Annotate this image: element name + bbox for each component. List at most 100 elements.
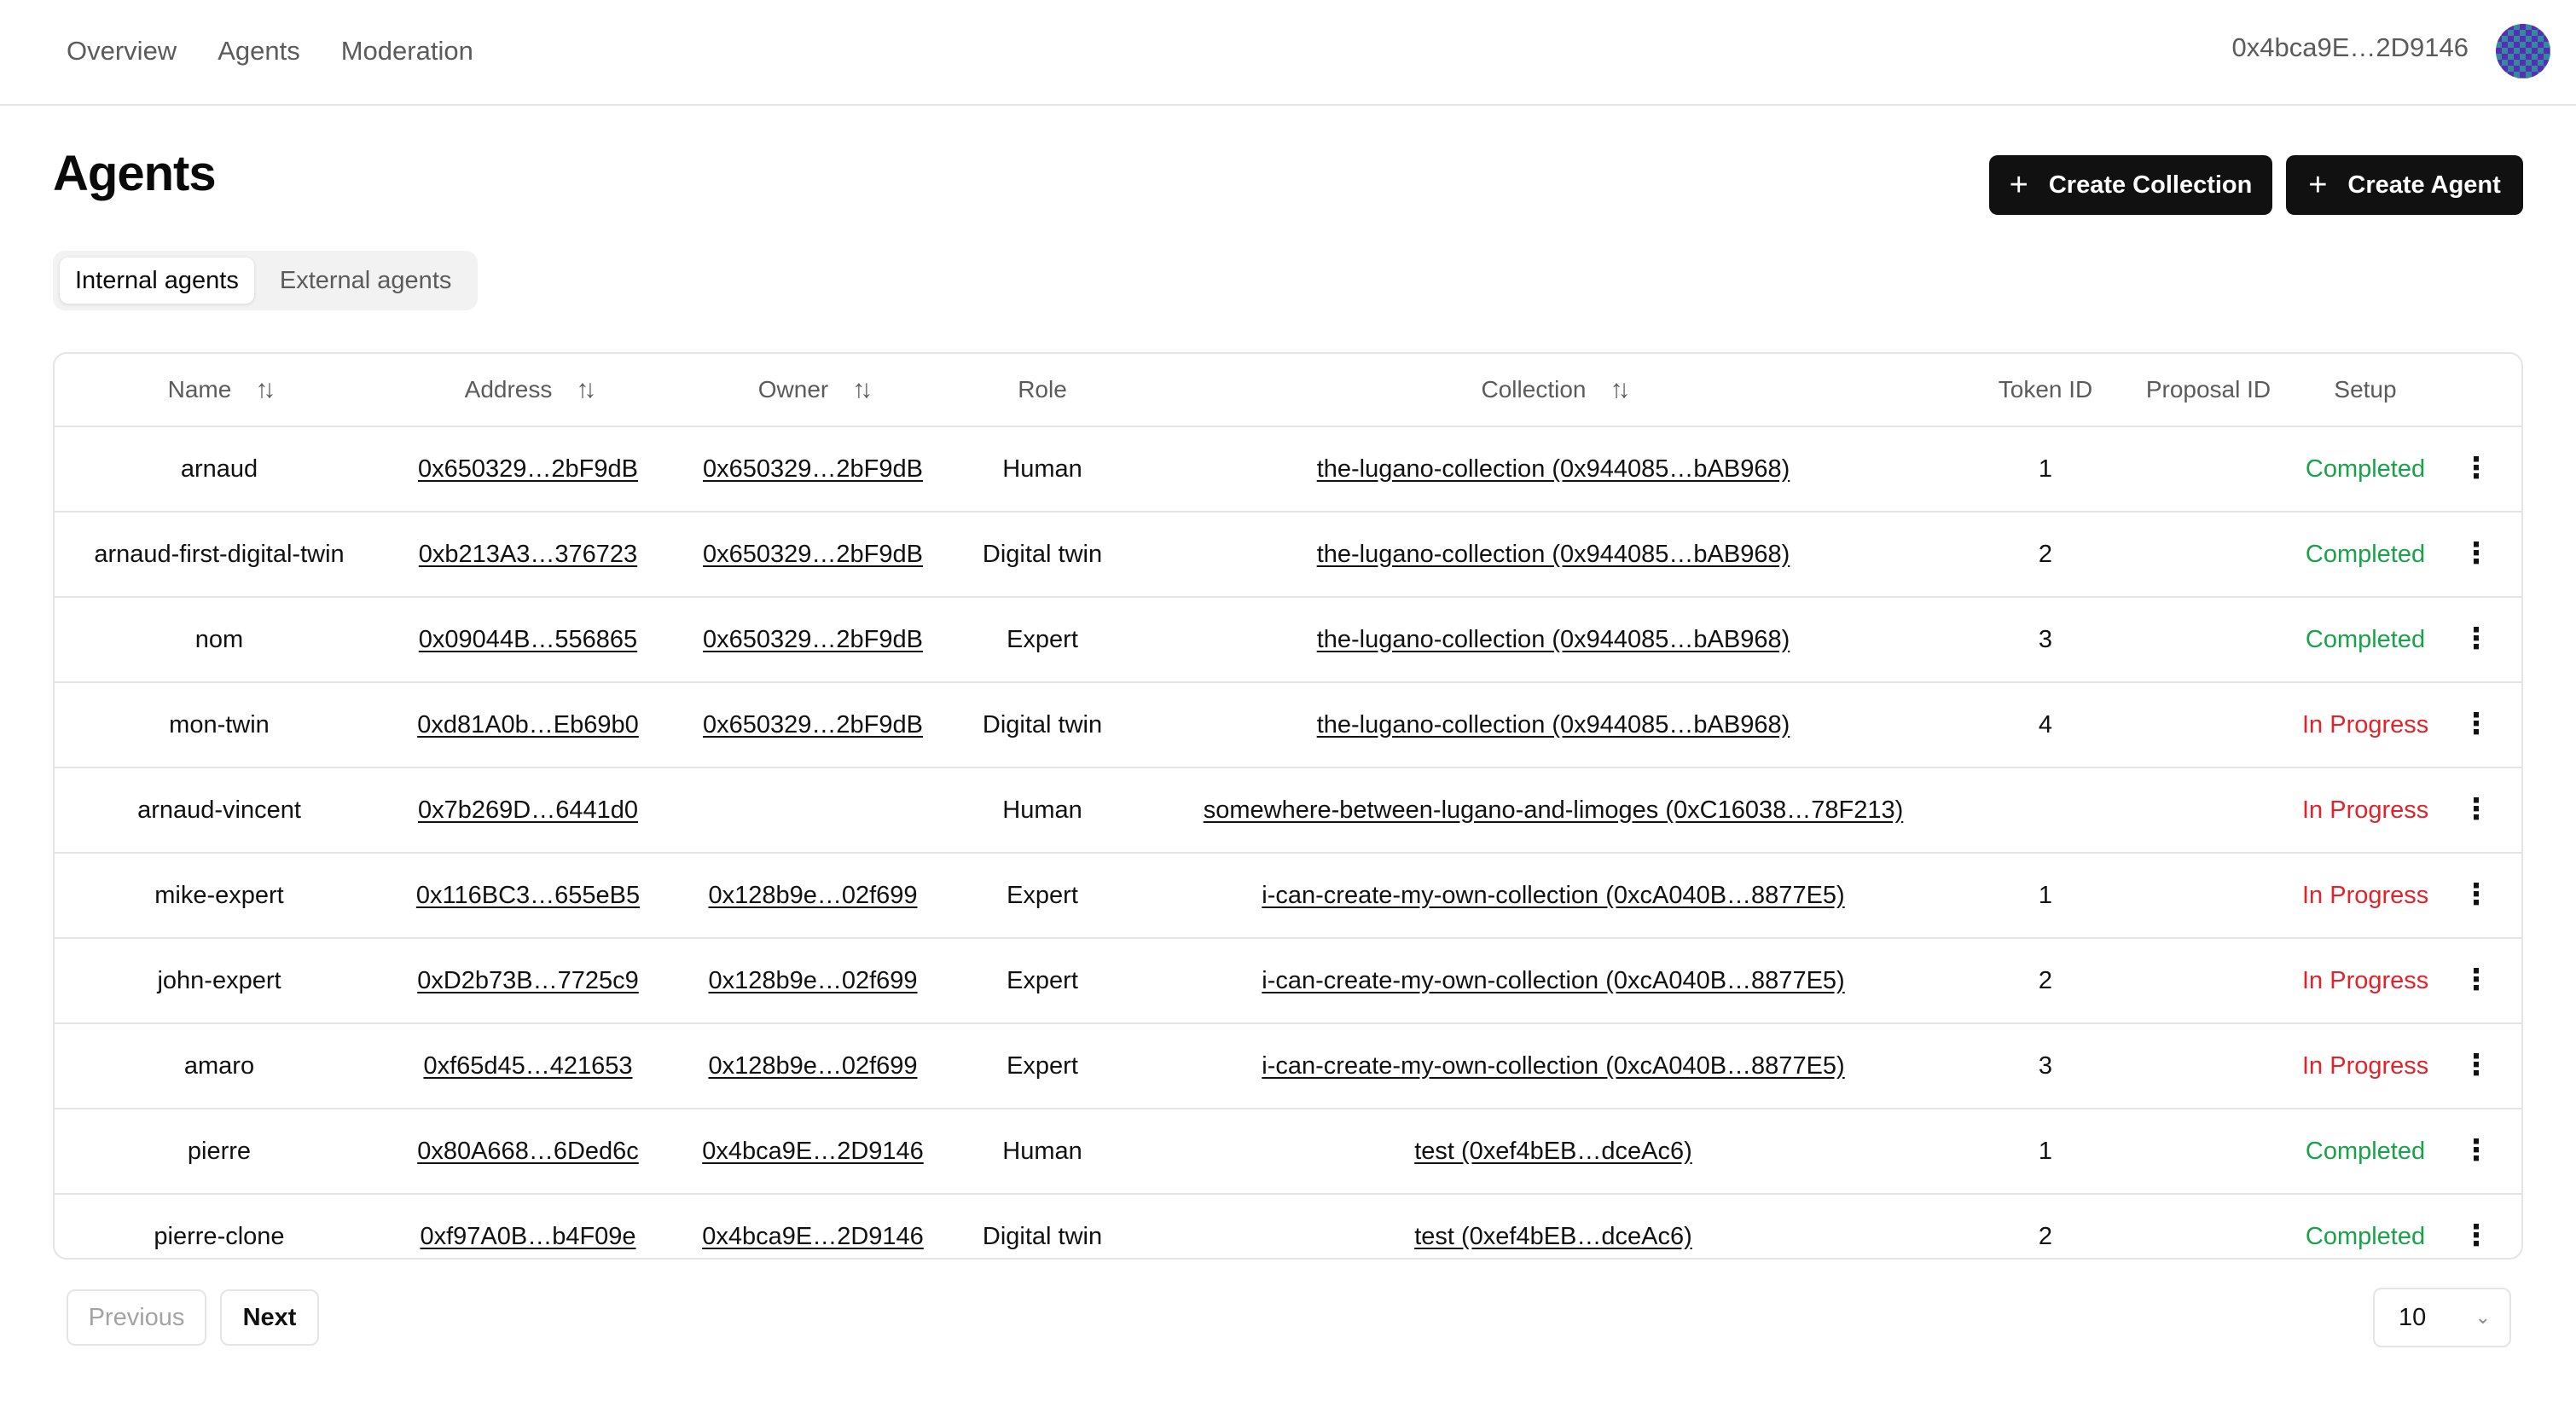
sort-icon[interactable]: ↑↓ (1610, 375, 1630, 404)
proposal-id-cell (2115, 512, 2301, 598)
more-vertical-icon[interactable]: ⋮ (2462, 623, 2491, 655)
collection-cell: the-lugano-collection (0x944085…bAB968) (1131, 426, 1976, 513)
table-row[interactable]: arnaud-vincent 0x7b269D…6441d0 Human somewh… (55, 767, 2521, 854)
owner-address-link[interactable]: 0x650329…2bF9dB (703, 626, 923, 653)
more-vertical-icon[interactable]: ⋮ (2462, 793, 2491, 825)
owner-address-cell: 0x128b9e…02f699 (672, 1023, 954, 1109)
collection-link[interactable]: the-lugano-collection (0x944085…bAB968) (1317, 711, 1790, 738)
token-id-cell: 2 (1976, 512, 2115, 598)
avatar[interactable] (2496, 24, 2550, 78)
table-row[interactable]: mike-expert 0x116BC3…655eB5 0x128b9e…02f69… (55, 853, 2521, 939)
table-row[interactable]: pierre-clone 0xf97A0B…b4F09e 0x4bca9E…2D91… (55, 1194, 2521, 1258)
create-collection-button[interactable]: + Create Collection (1989, 155, 2272, 215)
agent-address-link[interactable]: 0xD2b73B…7725c9 (417, 967, 639, 994)
sort-icon[interactable]: ↑↓ (852, 375, 873, 404)
nav-agents[interactable]: Agents (218, 36, 300, 67)
collection-link[interactable]: i-can-create-my-own-collection (0xcA040B… (1262, 882, 1844, 909)
token-id-cell: 2 (1976, 938, 2115, 1024)
sort-icon[interactable]: ↑↓ (576, 375, 596, 404)
more-vertical-icon[interactable]: ⋮ (2462, 708, 2491, 740)
agent-name-cell: arnaud (55, 426, 384, 513)
collection-link[interactable]: the-lugano-collection (0x944085…bAB968) (1317, 455, 1790, 483)
nav-moderation[interactable]: Moderation (341, 36, 473, 67)
more-vertical-icon[interactable]: ⋮ (2462, 964, 2491, 996)
owner-address-link[interactable]: 0x128b9e…02f699 (708, 1052, 917, 1080)
more-vertical-icon[interactable]: ⋮ (2462, 537, 2491, 570)
column-header-collection: Collection ↑↓ (1131, 354, 1976, 427)
agents-table: Name ↑↓ Address ↑↓ Owner ↑↓ Role Collection… (53, 352, 2523, 1260)
row-actions-cell: ⋮ (2429, 767, 2521, 854)
agent-address-link[interactable]: 0xb213A3…376723 (419, 541, 637, 568)
table-row[interactable]: arnaud-first-digital-twin 0xb213A3…376723… (55, 512, 2521, 598)
token-id-cell: 1 (1976, 426, 2115, 513)
agent-address-link[interactable]: 0x116BC3…655eB5 (416, 882, 640, 909)
collection-link[interactable]: the-lugano-collection (0x944085…bAB968) (1317, 541, 1790, 568)
table-row[interactable]: amaro 0xf65d45…421653 0x128b9e…02f699 Exper… (55, 1023, 2521, 1109)
setup-status: Completed (2301, 426, 2429, 513)
owner-address-link[interactable]: 0x650329…2bF9dB (703, 541, 923, 568)
collection-link[interactable]: test (0xef4bEB…dceAc6) (1414, 1138, 1692, 1165)
proposal-id-cell (2115, 682, 2301, 768)
agent-address-cell: 0x09044B…556865 (384, 597, 672, 683)
agent-address-link[interactable]: 0xf65d45…421653 (423, 1052, 632, 1080)
previous-page-button[interactable]: Previous (67, 1289, 206, 1346)
proposal-id-cell (2115, 853, 2301, 939)
row-actions-cell: ⋮ (2429, 597, 2521, 683)
proposal-id-cell (2115, 426, 2301, 513)
next-page-button[interactable]: Next (220, 1289, 319, 1346)
page-size-select[interactable]: 10 ⌄ (2373, 1288, 2511, 1347)
table-row[interactable]: mon-twin 0xd81A0b…Eb69b0 0x650329…2bF9dB Di… (55, 682, 2521, 768)
agent-address-link[interactable]: 0xd81A0b…Eb69b0 (417, 711, 639, 738)
plus-icon: + (2009, 167, 2028, 203)
collection-link[interactable]: the-lugano-collection (0x944085…bAB968) (1317, 626, 1790, 653)
owner-address-link[interactable]: 0x4bca9E…2D9146 (702, 1138, 924, 1165)
setup-status: Completed (2301, 512, 2429, 598)
agent-address-link[interactable]: 0xf97A0B…b4F09e (420, 1223, 635, 1250)
more-vertical-icon[interactable]: ⋮ (2462, 1049, 2491, 1081)
owner-address-cell: 0x128b9e…02f699 (672, 853, 954, 939)
table-body: arnaud 0x650329…2bF9dB 0x650329…2bF9dB Huma… (55, 426, 2521, 1258)
role-cell: Human (954, 1109, 1131, 1195)
owner-address-cell: 0x4bca9E…2D9146 (672, 1109, 954, 1195)
owner-address-link[interactable]: 0x128b9e…02f699 (708, 967, 917, 994)
agent-address-cell: 0x650329…2bF9dB (384, 426, 672, 513)
agent-name-cell: john-expert (55, 938, 384, 1024)
table-row[interactable]: arnaud 0x650329…2bF9dB 0x650329…2bF9dB Huma… (55, 426, 2521, 513)
collection-link[interactable]: test (0xef4bEB…dceAc6) (1414, 1223, 1692, 1250)
row-actions-cell: ⋮ (2429, 938, 2521, 1024)
more-vertical-icon[interactable]: ⋮ (2462, 452, 2491, 484)
agent-address-link[interactable]: 0x09044B…556865 (419, 626, 637, 653)
owner-address-link[interactable]: 0x650329…2bF9dB (703, 711, 923, 738)
wallet-address[interactable]: 0x4bca9E…2D9146 (2232, 32, 2469, 63)
tab-external-agents[interactable]: External agents (264, 258, 467, 304)
more-vertical-icon[interactable]: ⋮ (2462, 1219, 2491, 1252)
agent-address-link[interactable]: 0x80A668…6Ded6c (417, 1138, 639, 1165)
table-row[interactable]: pierre 0x80A668…6Ded6c 0x4bca9E…2D9146 Huma… (55, 1109, 2521, 1195)
table-row[interactable]: nom 0x09044B…556865 0x650329…2bF9dB Expert t… (55, 597, 2521, 683)
agent-address-link[interactable]: 0x7b269D…6441d0 (418, 796, 638, 824)
owner-address-link[interactable]: 0x4bca9E…2D9146 (702, 1223, 924, 1250)
more-vertical-icon[interactable]: ⋮ (2462, 878, 2491, 911)
collection-cell: the-lugano-collection (0x944085…bAB968) (1131, 512, 1976, 598)
plus-icon: + (2308, 167, 2328, 203)
tab-internal-agents[interactable]: Internal agents (60, 258, 254, 304)
chevron-down-icon: ⌄ (2474, 1306, 2491, 1328)
agent-type-tabs: Internal agents External agents (53, 251, 478, 310)
table-row[interactable]: john-expert 0xD2b73B…7725c9 0x128b9e…02f69… (55, 938, 2521, 1024)
owner-address-cell: 0x128b9e…02f699 (672, 938, 954, 1024)
collection-link[interactable]: i-can-create-my-own-collection (0xcA040B… (1262, 1052, 1844, 1080)
setup-status: Completed (2301, 597, 2429, 683)
create-agent-button[interactable]: + Create Agent (2286, 155, 2523, 215)
column-header-owner: Owner ↑↓ (672, 354, 954, 427)
agent-address-cell: 0x80A668…6Ded6c (384, 1109, 672, 1195)
collection-link[interactable]: i-can-create-my-own-collection (0xcA040B… (1262, 967, 1844, 994)
owner-address-link[interactable]: 0x128b9e…02f699 (708, 882, 917, 909)
owner-address-link[interactable]: 0x650329…2bF9dB (703, 455, 923, 483)
setup-status: In Progress (2301, 1023, 2429, 1109)
agent-address-cell: 0xD2b73B…7725c9 (384, 938, 672, 1024)
collection-link[interactable]: somewhere-between-lugano-and-limoges (0x… (1204, 796, 1904, 824)
more-vertical-icon[interactable]: ⋮ (2462, 1134, 2491, 1167)
nav-overview[interactable]: Overview (67, 36, 177, 67)
agent-address-link[interactable]: 0x650329…2bF9dB (418, 455, 638, 483)
sort-icon[interactable]: ↑↓ (255, 375, 276, 404)
